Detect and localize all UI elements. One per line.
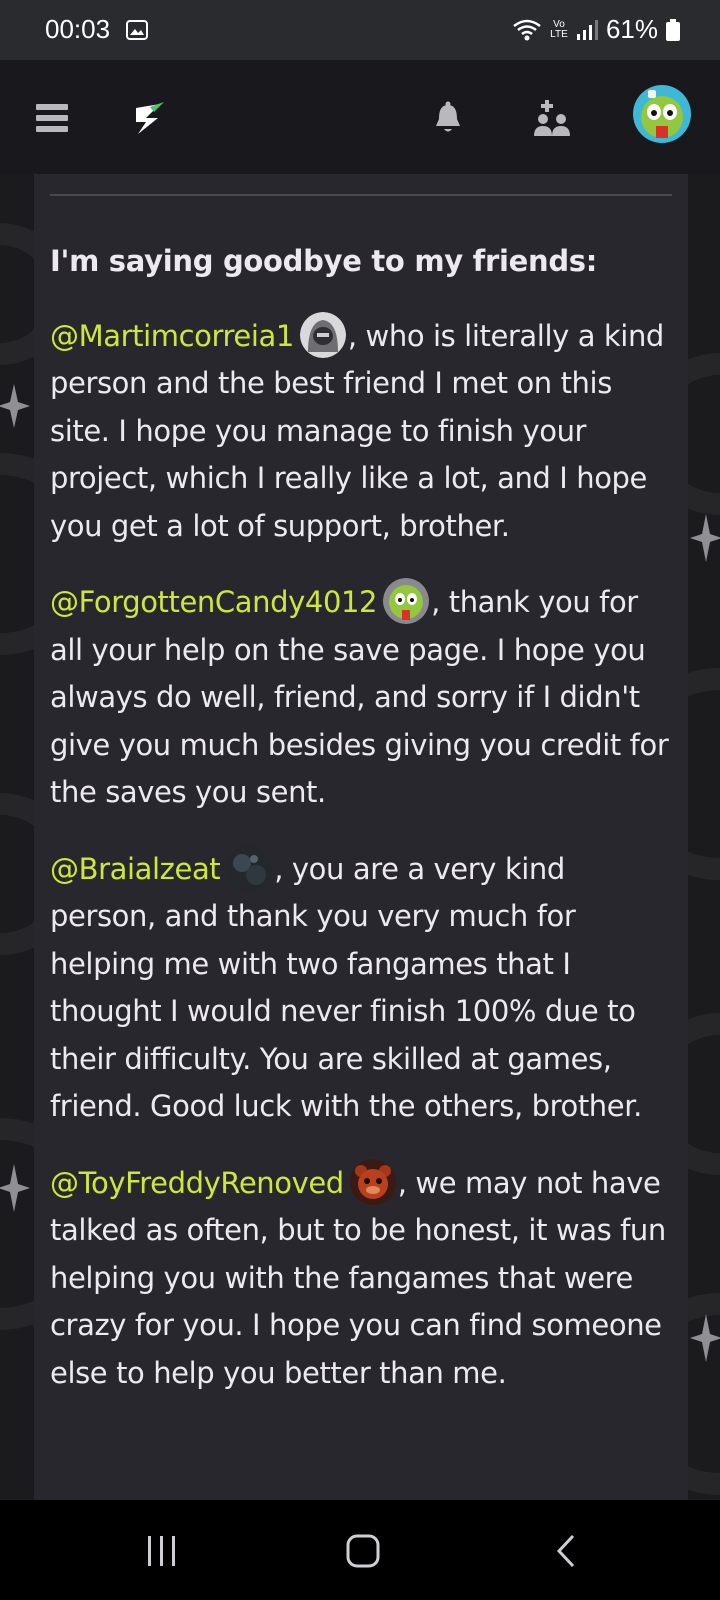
farewell-paragraph: @ToyFreddyRenoved , we may not have talk… bbox=[50, 1158, 670, 1398]
post-card: I'm saying goodbye to my friends: @Marti… bbox=[34, 174, 688, 1500]
battery-icon bbox=[666, 18, 680, 41]
post-heading: I'm saying goodbye to my friends: bbox=[50, 244, 598, 278]
friend-requests-button[interactable] bbox=[524, 90, 580, 146]
signal-icon bbox=[576, 19, 598, 40]
mention-link[interactable]: @Martimcorreia1 bbox=[50, 319, 294, 353]
status-bar: 00:03 Vo LTE 61% bbox=[0, 0, 720, 60]
back-icon bbox=[556, 1534, 575, 1568]
wifi-icon bbox=[513, 19, 541, 40]
mention-link[interactable]: @ToyFreddyRenoved bbox=[50, 1166, 344, 1200]
home-button[interactable] bbox=[333, 1526, 393, 1576]
paragraph-text: , you are a very kind person, and thank … bbox=[50, 851, 642, 1124]
site-logo[interactable] bbox=[122, 90, 178, 146]
profile-avatar-image bbox=[633, 85, 691, 143]
status-time: 00:03 bbox=[45, 14, 111, 44]
notifications-button[interactable] bbox=[420, 90, 476, 146]
dark-scene-avatar[interactable] bbox=[226, 844, 273, 891]
farewell-paragraph: @ForgottenCandy4012 , thank you for all … bbox=[50, 578, 670, 817]
divider bbox=[50, 194, 672, 196]
friend-requests-icon bbox=[534, 100, 570, 136]
farewell-paragraph: @Martimcorreia1 , who is literally a kin… bbox=[50, 311, 670, 551]
app-header bbox=[0, 60, 720, 174]
mention-link[interactable]: @ForgottenCandy4012 bbox=[50, 585, 377, 619]
mention-link[interactable]: @Braialzeat bbox=[50, 852, 221, 886]
image-icon bbox=[126, 20, 148, 40]
back-button[interactable] bbox=[536, 1526, 596, 1576]
home-icon bbox=[346, 1534, 380, 1568]
recent-apps-button[interactable] bbox=[132, 1526, 192, 1576]
notifications-bell-icon bbox=[436, 101, 460, 132]
system-nav-bar bbox=[0, 1500, 720, 1600]
menu-button[interactable] bbox=[24, 90, 80, 146]
farewell-paragraph: @Braialzeat , you are a very kind person… bbox=[50, 844, 670, 1131]
profile-avatar[interactable] bbox=[632, 84, 692, 144]
menu-icon bbox=[36, 104, 68, 132]
hooded-figure-avatar[interactable] bbox=[299, 311, 346, 358]
freddy-bear-avatar[interactable] bbox=[349, 1158, 396, 1205]
recent-apps-icon bbox=[148, 1536, 175, 1566]
post-body: I'm saying goodbye to my friends: @Marti… bbox=[50, 238, 670, 1425]
battery-percent: 61% bbox=[605, 14, 658, 44]
network-label: Vo LTE bbox=[550, 18, 568, 40]
site-logo-icon bbox=[136, 102, 164, 134]
green-animatronic-avatar[interactable] bbox=[383, 578, 430, 624]
